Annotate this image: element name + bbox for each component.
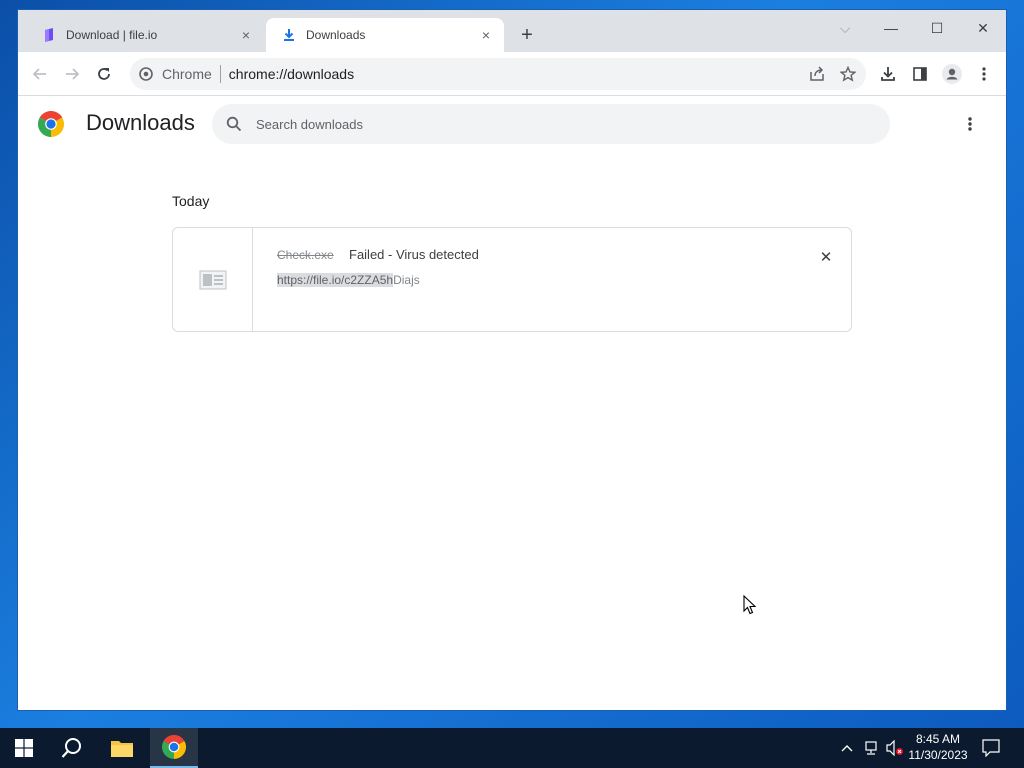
omnibox-url[interactable]: chrome://downloads (229, 66, 354, 82)
start-button[interactable] (0, 728, 48, 768)
back-button[interactable] (26, 60, 54, 88)
download-icon (282, 28, 296, 42)
arrow-right-icon (66, 68, 80, 80)
file-explorer-button[interactable] (98, 728, 146, 768)
omnibox-separator (219, 65, 221, 83)
browser-toolbar: Chrome chrome://downloads (18, 52, 1006, 96)
clock-date: 11/30/2023 (908, 748, 968, 762)
minimize-button[interactable]: — (868, 14, 914, 42)
browser-window: Download | file.io × Downloads × + ⌵ — ☐… (18, 10, 1006, 710)
page-menu-icon[interactable] (958, 112, 982, 136)
download-item: Check.exe Failed - Virus detected https:… (172, 227, 852, 332)
download-url-rest: Diajs (393, 273, 420, 287)
windows-logo-icon (15, 739, 33, 757)
chrome-page-icon (138, 66, 154, 82)
chevron-up-icon[interactable] (838, 738, 856, 758)
page-header: Downloads (18, 96, 1006, 152)
taskbar-search-icon (61, 738, 81, 758)
volume-muted-icon[interactable] (886, 738, 904, 758)
tab-title: Download | file.io (66, 28, 158, 42)
reload-button[interactable] (90, 60, 118, 88)
system-clock[interactable]: 8:45 AM 11/30/2023 (905, 731, 971, 763)
download-status: Failed - Virus detected (349, 247, 479, 262)
folder-icon (111, 741, 133, 757)
close-tab-icon[interactable]: × (238, 27, 254, 43)
bookmark-star-icon[interactable] (836, 62, 860, 86)
close-tab-icon[interactable]: × (478, 27, 494, 43)
clock-time: 8:45 AM (915, 732, 961, 746)
profile-avatar-icon[interactable] (940, 62, 964, 86)
download-url[interactable]: https://file.io/c2ZZA5hDiajs (277, 273, 420, 287)
maximize-button[interactable]: ☐ (914, 14, 960, 42)
address-bar[interactable]: Chrome chrome://downloads (130, 58, 866, 90)
download-url-selected: https://file.io/c2ZZA5h (277, 273, 394, 287)
fileio-icon (42, 28, 56, 42)
chrome-taskbar-button[interactable] (150, 728, 198, 768)
page-title: Downloads (86, 110, 195, 135)
tab-fileio[interactable]: Download | file.io × (26, 18, 264, 52)
chrome-logo-icon (37, 110, 65, 138)
tab-downloads[interactable]: Downloads × (266, 18, 504, 52)
remove-download-button[interactable]: ✕ (815, 246, 837, 268)
omnibox-chip: Chrome (162, 66, 212, 82)
close-window-button[interactable]: ✕ (960, 14, 1006, 42)
forward-button[interactable] (58, 60, 86, 88)
downloads-page: Downloads Today (18, 96, 1006, 710)
new-tab-button[interactable]: + (516, 24, 538, 46)
side-panel-icon[interactable] (908, 62, 932, 86)
search-button[interactable] (48, 728, 96, 768)
mouse-cursor-icon (743, 595, 757, 615)
tab-search-button[interactable]: ⌵ (822, 14, 868, 42)
share-icon[interactable] (805, 62, 829, 86)
browser-menu-icon[interactable] (972, 62, 996, 86)
reload-icon (98, 68, 110, 80)
arrow-left-icon (32, 68, 46, 80)
search-input[interactable] (256, 116, 856, 132)
notifications-icon[interactable] (982, 738, 1000, 758)
tab-title: Downloads (306, 28, 366, 42)
file-icon (199, 270, 226, 289)
tab-strip: Download | file.io × Downloads × + ⌵ — ☐… (18, 10, 1006, 52)
date-section-heading: Today (172, 193, 210, 209)
network-icon[interactable] (862, 738, 880, 758)
chrome-icon (162, 735, 186, 759)
search-icon (212, 116, 256, 132)
search-box[interactable] (212, 104, 890, 144)
file-type-area (173, 228, 253, 331)
taskbar: 8:45 AM 11/30/2023 (0, 728, 1024, 768)
downloads-toolbar-icon[interactable] (876, 62, 900, 86)
file-name-link[interactable]: Check.exe (277, 248, 334, 262)
